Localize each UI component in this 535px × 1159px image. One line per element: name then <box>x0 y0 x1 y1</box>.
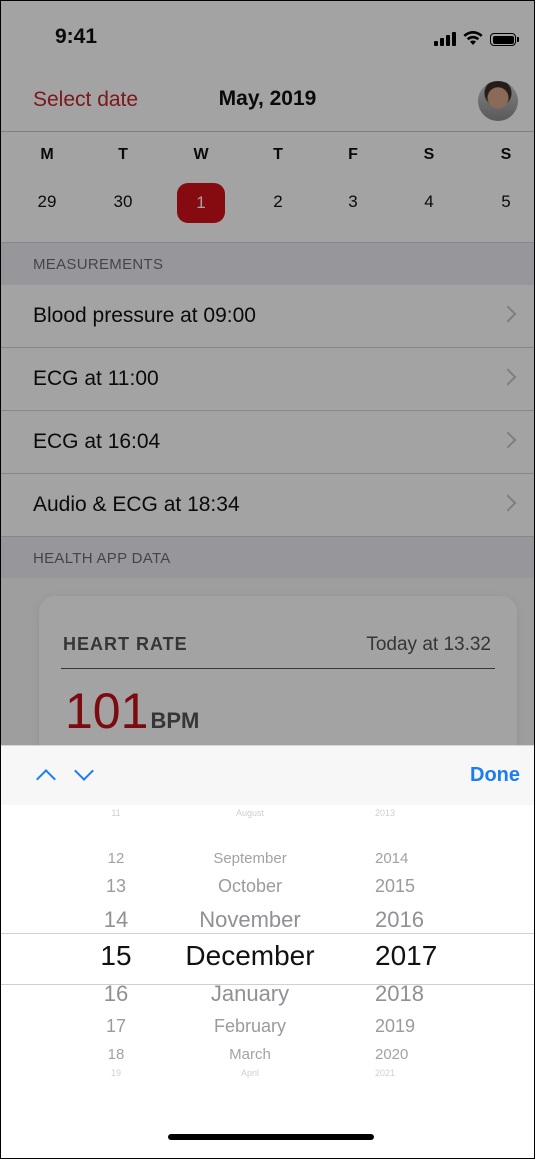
month-option[interactable]: February <box>140 1016 360 1037</box>
month-option-selected[interactable]: December <box>140 940 360 972</box>
year-option[interactable]: 2019 <box>375 1016 495 1037</box>
year-option[interactable]: 2015 <box>375 876 495 897</box>
day-option[interactable]: 16 <box>91 981 141 1007</box>
screen: 9:41 Select date May, 2019 M T W T F S S… <box>0 0 535 1159</box>
year-option[interactable]: 2020 <box>375 1046 495 1063</box>
month-option[interactable]: April <box>140 1068 360 1078</box>
year-option[interactable]: 2013 <box>375 808 495 818</box>
year-option[interactable]: 2021 <box>375 1068 495 1078</box>
day-option[interactable]: 18 <box>91 1046 141 1063</box>
month-option[interactable]: January <box>140 981 360 1007</box>
year-option[interactable]: 2016 <box>375 907 495 933</box>
chevron-up-icon[interactable] <box>36 769 56 789</box>
date-picker[interactable]: 11 12 13 14 15 16 17 18 19 August September Octobe… <box>1 805 534 1111</box>
day-option[interactable]: 19 <box>91 1068 141 1078</box>
day-option-selected[interactable]: 15 <box>91 940 141 972</box>
month-option[interactable]: March <box>140 1046 360 1063</box>
modal-dim-overlay[interactable] <box>1 1 534 745</box>
day-option[interactable]: 13 <box>91 876 141 897</box>
month-option[interactable]: August <box>140 808 360 818</box>
day-wheel[interactable]: 11 12 13 14 15 16 17 18 19 <box>91 805 141 1111</box>
year-option-selected[interactable]: 2017 <box>375 940 495 972</box>
month-option[interactable]: November <box>140 907 360 933</box>
month-option[interactable]: October <box>140 876 360 897</box>
year-option[interactable]: 2014 <box>375 850 495 867</box>
day-option[interactable]: 14 <box>91 907 141 933</box>
month-wheel[interactable]: August September October November December Ja… <box>140 805 360 1111</box>
day-option[interactable]: 17 <box>91 1016 141 1037</box>
year-wheel[interactable]: 2013 2014 2015 2016 2017 2018 2019 2020 2021 <box>375 805 495 1111</box>
chevron-down-icon[interactable] <box>74 761 94 781</box>
day-option[interactable]: 11 <box>91 808 141 818</box>
year-option[interactable]: 2018 <box>375 981 495 1007</box>
month-option[interactable]: September <box>140 850 360 867</box>
picker-toolbar: Done <box>1 745 534 806</box>
done-button[interactable]: Done <box>470 764 520 787</box>
home-indicator <box>168 1134 374 1140</box>
day-option[interactable]: 12 <box>91 850 141 867</box>
